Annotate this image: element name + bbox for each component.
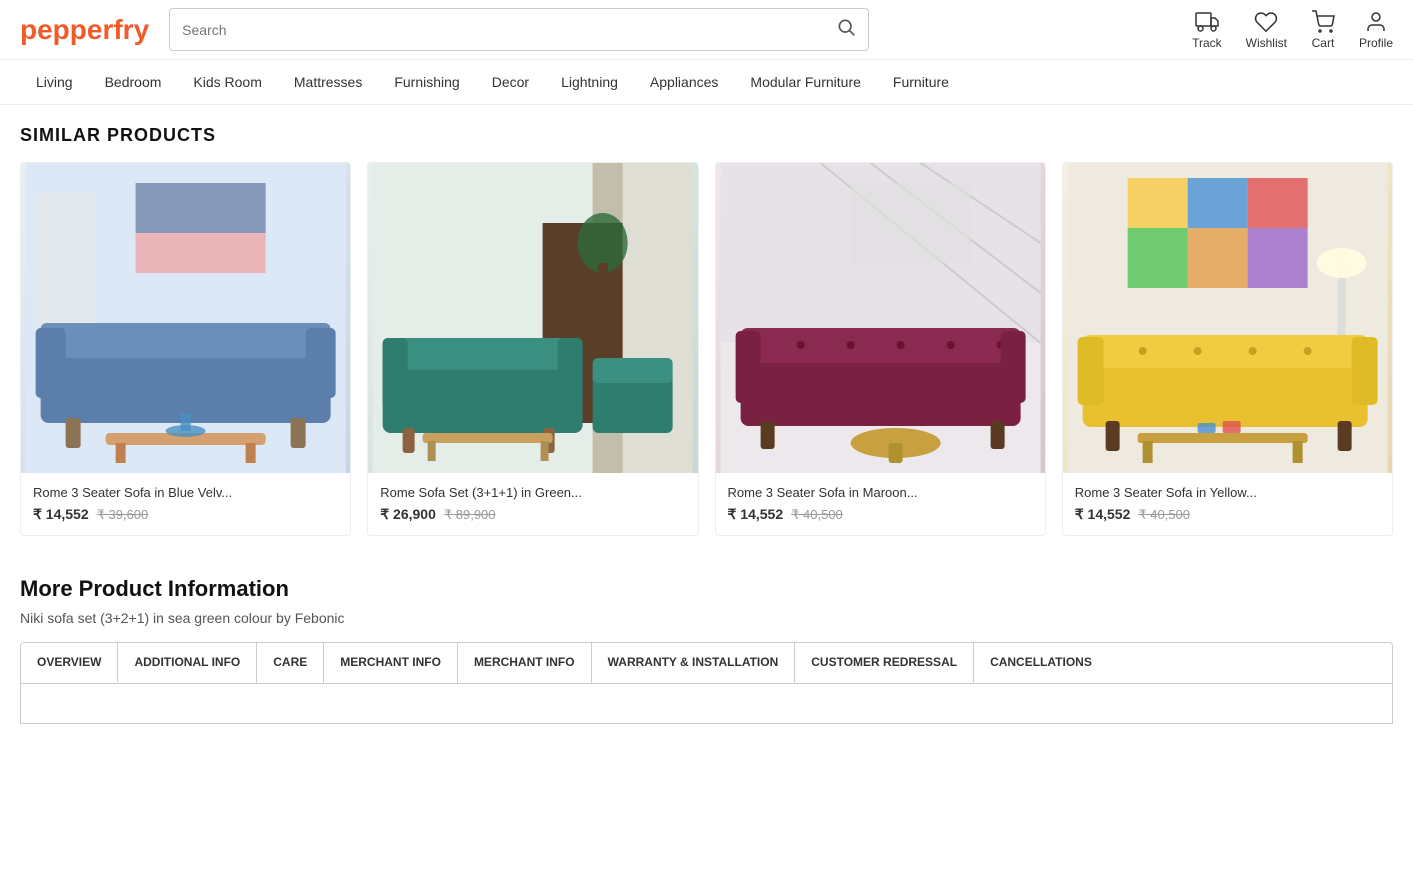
price-original-3: ₹ 40,500: [791, 507, 843, 523]
nav-bedroom[interactable]: Bedroom: [89, 60, 178, 104]
sofa-blue-svg: [21, 163, 350, 473]
similar-products-title: SIMILAR PRODUCTS: [20, 125, 1393, 146]
search-bar: [169, 8, 869, 51]
nav-mattresses[interactable]: Mattresses: [278, 60, 378, 104]
price-current-4: ₹ 14,552: [1075, 506, 1131, 523]
product-prices-1: ₹ 14,552 ₹ 39,600: [33, 506, 338, 523]
wishlist-button[interactable]: Wishlist: [1246, 10, 1287, 50]
tab-merchant-info-2[interactable]: MERCHANT INFO: [458, 643, 592, 683]
similar-products-section: SIMILAR PRODUCTS: [20, 125, 1393, 536]
nav-furnishing[interactable]: Furnishing: [378, 60, 475, 104]
sofa-yellow-svg: [1063, 163, 1392, 473]
product-info-1: Rome 3 Seater Sofa in Blue Velv... ₹ 14,…: [21, 473, 350, 535]
tab-cancellations[interactable]: CANCELLATIONS: [974, 643, 1108, 683]
header-actions: Track Wishlist Cart Profile: [1192, 10, 1393, 50]
price-original-1: ₹ 39,600: [97, 507, 149, 523]
search-icon: [836, 17, 856, 37]
main-nav: Living Bedroom Kids Room Mattresses Furn…: [0, 60, 1413, 105]
product-info-subtitle: Niki sofa set (3+2+1) in sea green colou…: [20, 610, 1393, 626]
sofa-teal-svg: [368, 163, 697, 473]
product-prices-4: ₹ 14,552 ₹ 40,500: [1075, 506, 1380, 523]
product-info-heading: More Product Information: [20, 576, 1393, 602]
profile-label: Profile: [1359, 36, 1393, 50]
product-name-3: Rome 3 Seater Sofa in Maroon...: [728, 485, 1033, 500]
search-button[interactable]: [836, 17, 856, 42]
product-card-1[interactable]: Rome 3 Seater Sofa in Blue Velv... ₹ 14,…: [20, 162, 351, 536]
product-info-section: More Product Information Niki sofa set (…: [20, 576, 1393, 724]
product-tabs: OVERVIEW ADDITIONAL INFO CARE MERCHANT I…: [20, 642, 1393, 684]
tab-content-area: [20, 684, 1393, 724]
profile-button[interactable]: Profile: [1359, 10, 1393, 50]
nav-furniture[interactable]: Furniture: [877, 60, 965, 104]
tab-merchant-info-1[interactable]: MERCHANT INFO: [324, 643, 458, 683]
sofa-maroon-svg: [716, 163, 1045, 473]
nav-living[interactable]: Living: [20, 60, 89, 104]
truck-icon: [1195, 10, 1219, 34]
product-info-3: Rome 3 Seater Sofa in Maroon... ₹ 14,552…: [716, 473, 1045, 535]
search-input[interactable]: [182, 22, 836, 38]
product-card-4[interactable]: Rome 3 Seater Sofa in Yellow... ₹ 14,552…: [1062, 162, 1393, 536]
product-card-2[interactable]: Rome Sofa Set (3+1+1) in Green... ₹ 26,9…: [367, 162, 698, 536]
product-info-4: Rome 3 Seater Sofa in Yellow... ₹ 14,552…: [1063, 473, 1392, 535]
product-image-1: [21, 163, 350, 473]
tab-customer-redressal[interactable]: CUSTOMER REDRESSAL: [795, 643, 974, 683]
nav-lightning[interactable]: Lightning: [545, 60, 634, 104]
product-name-2: Rome Sofa Set (3+1+1) in Green...: [380, 485, 685, 500]
product-card-3[interactable]: Rome 3 Seater Sofa in Maroon... ₹ 14,552…: [715, 162, 1046, 536]
cart-label: Cart: [1312, 36, 1335, 50]
logo-text: pepperfry: [20, 14, 149, 45]
product-image-3: [716, 163, 1045, 473]
product-image-2: [368, 163, 697, 473]
nav-kids-room[interactable]: Kids Room: [177, 60, 277, 104]
price-current-1: ₹ 14,552: [33, 506, 89, 523]
nav-decor[interactable]: Decor: [476, 60, 545, 104]
main-content: SIMILAR PRODUCTS: [0, 105, 1413, 764]
logo[interactable]: pepperfry: [20, 14, 149, 46]
wishlist-label: Wishlist: [1246, 36, 1287, 50]
product-prices-2: ₹ 26,900 ₹ 89,900: [380, 506, 685, 523]
product-name-4: Rome 3 Seater Sofa in Yellow...: [1075, 485, 1380, 500]
product-info-2: Rome Sofa Set (3+1+1) in Green... ₹ 26,9…: [368, 473, 697, 535]
product-prices-3: ₹ 14,552 ₹ 40,500: [728, 506, 1033, 523]
heart-icon: [1254, 10, 1278, 34]
tab-additional-info[interactable]: ADDITIONAL INFO: [118, 643, 257, 683]
tab-overview[interactable]: OVERVIEW: [21, 643, 118, 683]
tab-care[interactable]: CARE: [257, 643, 324, 683]
price-original-2: ₹ 89,900: [444, 507, 496, 523]
products-grid: Rome 3 Seater Sofa in Blue Velv... ₹ 14,…: [20, 162, 1393, 536]
cart-button[interactable]: Cart: [1311, 10, 1335, 50]
price-original-4: ₹ 40,500: [1138, 507, 1190, 523]
price-current-3: ₹ 14,552: [728, 506, 784, 523]
user-icon: [1364, 10, 1388, 34]
nav-modular-furniture[interactable]: Modular Furniture: [734, 60, 877, 104]
site-header: pepperfry Track Wishlist: [0, 0, 1413, 60]
cart-icon: [1311, 10, 1335, 34]
track-button[interactable]: Track: [1192, 10, 1222, 50]
price-current-2: ₹ 26,900: [380, 506, 436, 523]
track-label: Track: [1192, 36, 1222, 50]
product-name-1: Rome 3 Seater Sofa in Blue Velv...: [33, 485, 338, 500]
tab-warranty[interactable]: WARRANTY & INSTALLATION: [592, 643, 796, 683]
product-image-4: [1063, 163, 1392, 473]
nav-appliances[interactable]: Appliances: [634, 60, 735, 104]
